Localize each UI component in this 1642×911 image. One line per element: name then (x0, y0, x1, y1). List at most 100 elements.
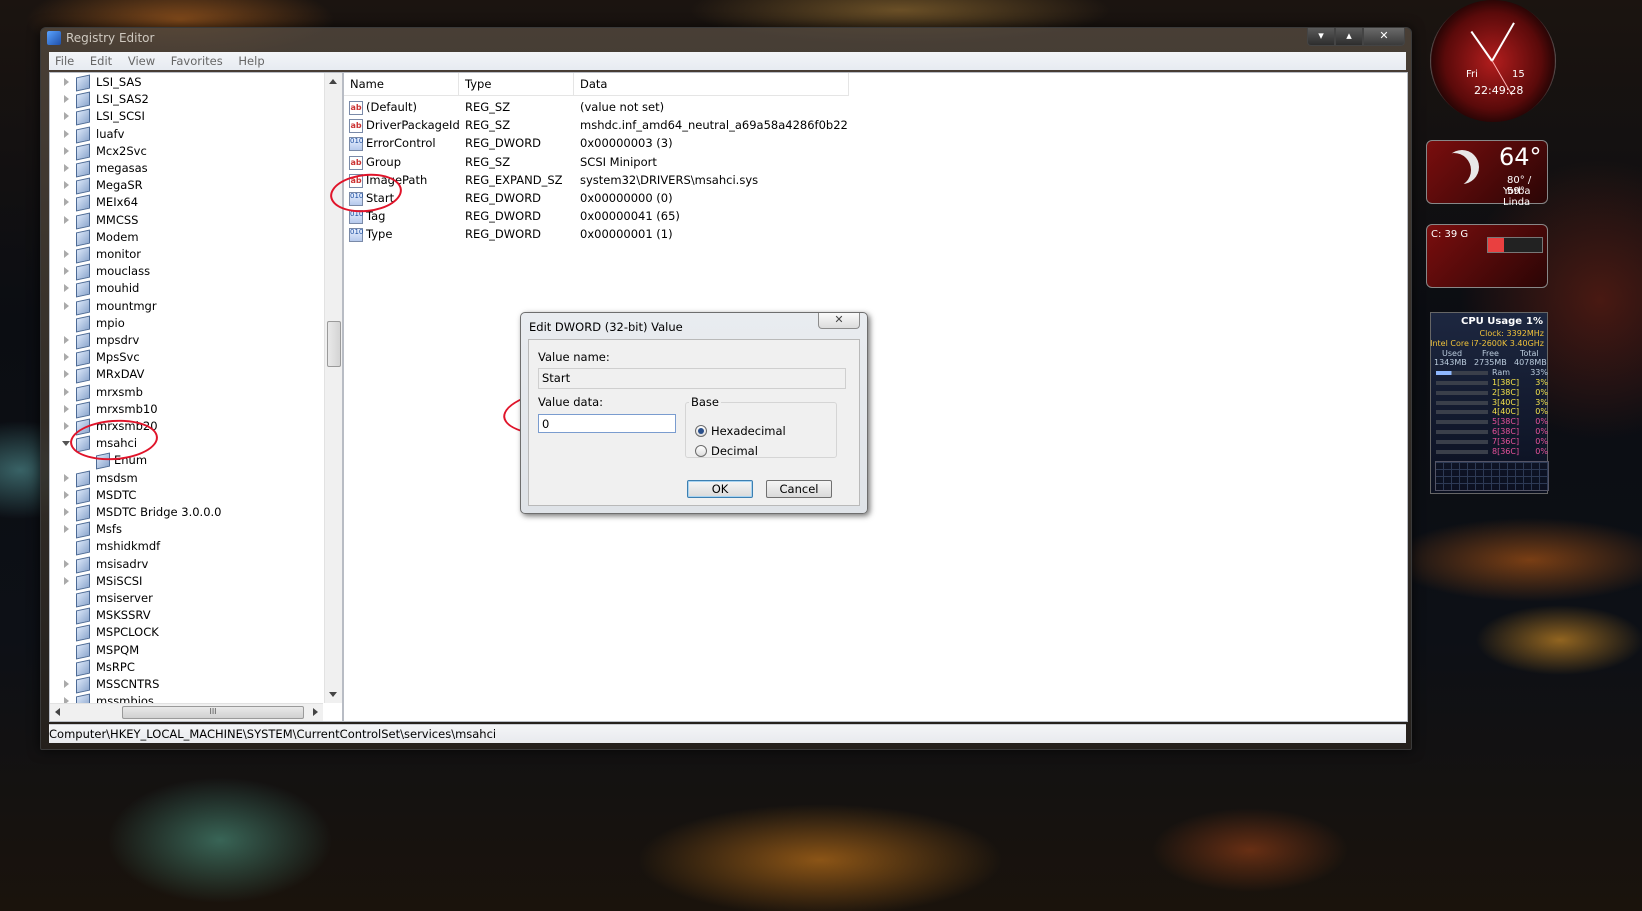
value-row[interactable]: 010 Tag REG_DWORD 0x00000041 (65) (344, 207, 1244, 225)
tree-horizontal-scroll-thumb[interactable]: III (122, 706, 304, 719)
value-row[interactable]: 010 Type REG_DWORD 0x00000001 (1) (344, 225, 1244, 243)
tree-item[interactable]: luafv (50, 126, 322, 144)
value-row[interactable]: ab Group REG_SZ SCSI Miniport (344, 153, 1244, 171)
value-row[interactable]: 010 ErrorControl REG_DWORD 0x00000003 (3) (344, 134, 1244, 152)
collapsed-arrow-icon[interactable] (64, 284, 69, 293)
tree-item[interactable]: mountmgr (50, 298, 322, 316)
tree-item[interactable]: MEIx64 (50, 194, 322, 212)
tree-item[interactable]: LSI_SAS2 (50, 91, 322, 109)
tree-item[interactable]: msisadrv (50, 556, 322, 574)
menu-file[interactable]: File (49, 53, 80, 69)
close-button[interactable]: ✕ (1363, 28, 1405, 46)
tree-item[interactable]: Msfs (50, 521, 322, 539)
tree-item[interactable]: MsRPC (50, 659, 322, 677)
collapsed-arrow-icon[interactable] (64, 370, 69, 379)
scroll-down-arrow-icon[interactable] (329, 692, 337, 697)
collapsed-arrow-icon[interactable] (64, 250, 69, 258)
cpu-usage-gadget[interactable]: CPU Usage 1% Clock: 3392MHz Intel Core i… (1430, 312, 1549, 494)
tree-item[interactable]: mpsdrv (50, 332, 322, 350)
collapsed-arrow-icon[interactable] (64, 164, 69, 172)
column-header-name[interactable]: Name (344, 73, 459, 95)
scroll-left-arrow-icon[interactable] (55, 708, 60, 716)
tree-item[interactable]: MSSCNTRS (50, 676, 322, 694)
collapsed-arrow-icon[interactable] (64, 129, 69, 138)
collapsed-arrow-icon[interactable] (64, 215, 69, 224)
tree-item[interactable]: LSI_SCSI (50, 108, 322, 126)
menu-favorites[interactable]: Favorites (165, 53, 229, 69)
tree-item[interactable]: megasas (50, 160, 322, 178)
tree-horizontal-scrollbar[interactable]: III (50, 703, 323, 721)
tree-item[interactable]: Enum (50, 452, 322, 470)
tree-item[interactable]: msahci (50, 435, 322, 453)
collapsed-arrow-icon[interactable] (64, 78, 69, 86)
value-row[interactable]: ab (Default) REG_SZ (value not set) (344, 98, 1244, 116)
collapsed-arrow-icon[interactable] (64, 387, 69, 396)
expanded-arrow-icon[interactable] (62, 441, 70, 447)
minimize-button[interactable]: ▾ (1307, 28, 1335, 46)
weather-gadget[interactable]: 64° 80° / 59° Yorba Linda (1426, 140, 1548, 208)
tree-item[interactable]: mouclass (50, 263, 322, 281)
tree-item[interactable]: mouhid (50, 280, 322, 298)
collapsed-arrow-icon[interactable] (64, 508, 69, 516)
collapsed-arrow-icon[interactable] (64, 301, 69, 310)
tree-item[interactable]: LSI_SAS (50, 74, 322, 92)
column-header-type[interactable]: Type (459, 73, 574, 95)
tree-item[interactable]: mrxsmb20 (50, 418, 322, 436)
scroll-up-arrow-icon[interactable] (329, 79, 337, 84)
tree-item[interactable]: MSDTC Bridge 3.0.0.0 (50, 504, 322, 522)
tree-item[interactable]: MSKSSRV (50, 607, 322, 625)
tree-item[interactable]: MSPQM (50, 642, 322, 660)
column-header-data[interactable]: Data (574, 73, 849, 95)
ok-button[interactable]: OK (687, 480, 753, 498)
value-row[interactable]: ab DriverPackageId REG_SZ mshdc.inf_amd64_n… (344, 116, 1244, 134)
menu-edit[interactable]: Edit (84, 53, 118, 69)
collapsed-arrow-icon[interactable] (64, 422, 69, 430)
clock-gadget[interactable]: Fri 15 22:49:28 (1430, 0, 1556, 122)
collapsed-arrow-icon[interactable] (64, 490, 69, 499)
menu-help[interactable]: Help (232, 53, 270, 69)
collapsed-arrow-icon[interactable] (64, 559, 69, 568)
menu-view[interactable]: View (122, 53, 161, 69)
tree-item[interactable]: Mcx2Svc (50, 143, 322, 161)
collapsed-arrow-icon[interactable] (64, 576, 69, 585)
tree-item[interactable]: MMCSS (50, 212, 322, 230)
tree-item[interactable]: mrxsmb10 (50, 401, 322, 419)
collapsed-arrow-icon[interactable] (64, 267, 69, 276)
collapsed-arrow-icon[interactable] (64, 112, 69, 121)
collapsed-arrow-icon[interactable] (64, 525, 69, 534)
collapsed-arrow-icon[interactable] (64, 404, 69, 413)
collapsed-arrow-icon[interactable] (64, 198, 69, 207)
cancel-button[interactable]: Cancel (766, 480, 832, 498)
dialog-close-button[interactable]: ✕ (818, 313, 860, 329)
collapsed-arrow-icon[interactable] (64, 680, 69, 688)
values-pane[interactable]: Name Type Data ab (Default) REG_SZ (value n… (343, 72, 1408, 722)
tree-item[interactable]: MegaSR (50, 177, 322, 195)
collapsed-arrow-icon[interactable] (64, 336, 69, 344)
tree-item[interactable]: mshidkmdf (50, 538, 322, 556)
maximize-button[interactable]: ▴ (1335, 28, 1363, 46)
tree-item[interactable]: monitor (50, 246, 322, 264)
tree-item[interactable]: MSPCLOCK (50, 624, 322, 642)
tree-item[interactable]: MSiSCSI (50, 573, 322, 591)
value-row[interactable]: ab ImagePath REG_EXPAND_SZ system32\DRIVERS… (344, 171, 1244, 189)
tree-item[interactable]: Modem (50, 229, 322, 247)
tree-vertical-scrollbar[interactable] (324, 73, 342, 703)
tree-item[interactable]: mrxsmb (50, 384, 322, 402)
tree-item[interactable]: msiserver (50, 590, 322, 608)
collapsed-arrow-icon[interactable] (64, 146, 69, 155)
collapsed-arrow-icon[interactable] (64, 473, 69, 482)
drive-meter-gadget[interactable]: C: 39 G (1426, 224, 1548, 288)
tree-item[interactable]: mpio (50, 315, 322, 333)
tree-item[interactable]: MRxDAV (50, 366, 322, 384)
tree-item[interactable]: msdsm (50, 470, 322, 488)
collapsed-arrow-icon[interactable] (64, 181, 69, 190)
tree-item[interactable]: MSDTC (50, 487, 322, 505)
scroll-right-arrow-icon[interactable] (313, 708, 318, 716)
value-row[interactable]: 010 Start REG_DWORD 0x00000000 (0) (344, 189, 1244, 207)
tree-vertical-scroll-thumb[interactable] (327, 321, 341, 367)
key-tree-pane[interactable]: LSI_SAS LSI_SAS2 LSI_SCSI luafv Mcx2Svc megas… (49, 72, 343, 722)
title-bar[interactable]: Registry Editor ▾ ▴ ✕ (41, 28, 1411, 48)
value-data-input[interactable] (538, 414, 676, 433)
collapsed-arrow-icon[interactable] (64, 95, 69, 104)
tree-item[interactable]: MpsSvc (50, 349, 322, 367)
